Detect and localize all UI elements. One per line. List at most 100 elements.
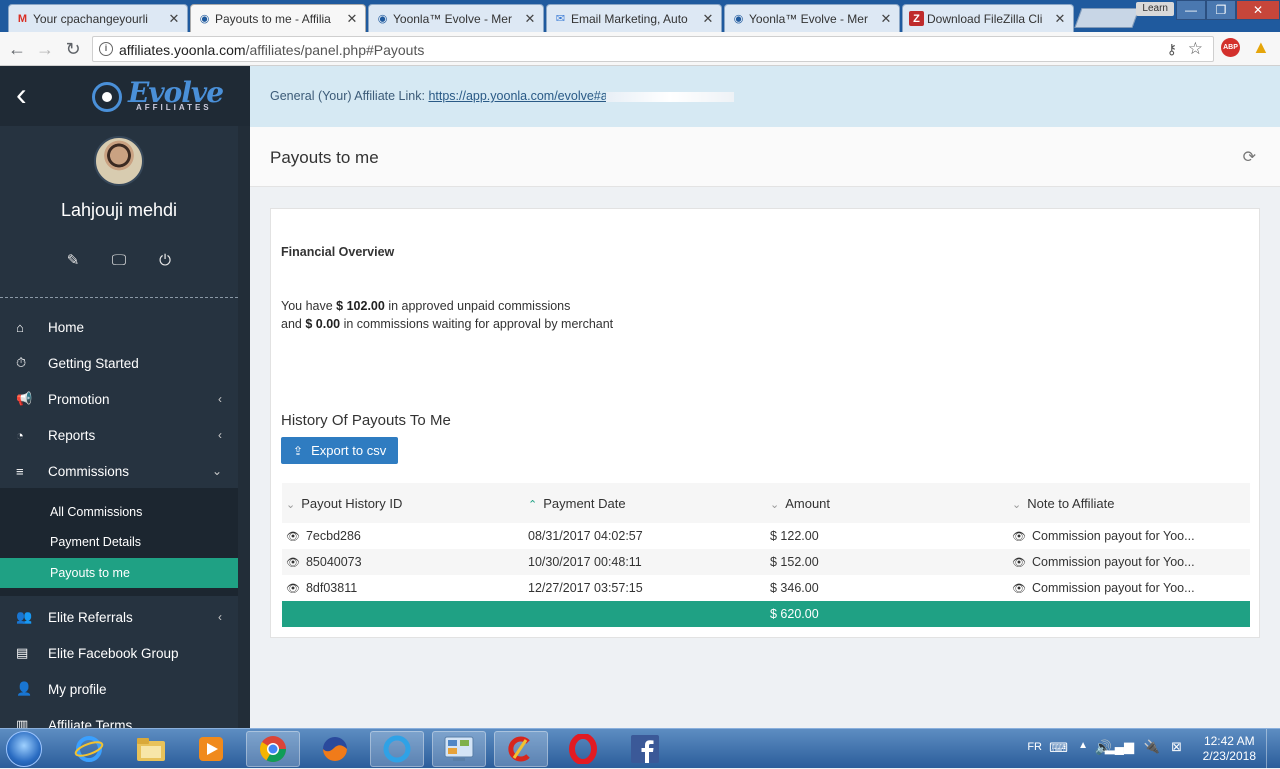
tab-close-icon[interactable]: ✕: [1053, 11, 1067, 27]
adblock-icon[interactable]: ABP: [1221, 38, 1240, 57]
column-header-amount[interactable]: ⌄ Amount: [766, 483, 1008, 523]
power-plug-icon[interactable]: 🔌: [1144, 739, 1160, 755]
forward-arrow-icon[interactable]: →: [34, 38, 56, 60]
eye-icon[interactable]: 👁: [1012, 583, 1026, 595]
eye-icon[interactable]: 👁: [286, 531, 300, 543]
tab-close-icon[interactable]: ✕: [879, 11, 893, 27]
minimize-icon[interactable]: —: [1176, 0, 1206, 20]
affiliate-link[interactable]: https://app.yoonla.com/evolve#a: [428, 89, 607, 103]
eye-icon[interactable]: 👁: [286, 583, 300, 595]
language-indicator[interactable]: FR: [1027, 741, 1042, 753]
payouts-card: Financial Overview You have $ 102.00 in …: [270, 208, 1260, 638]
learn-button[interactable]: Learn: [1136, 2, 1174, 16]
tab-close-icon[interactable]: ✕: [167, 11, 181, 27]
sidebar-item-promotion[interactable]: 📢 Promotion ‹: [0, 381, 238, 417]
sidebar-item-elite-facebook-group[interactable]: ▤ Elite Facebook Group: [0, 635, 238, 671]
show-desktop-button[interactable]: [1266, 729, 1280, 769]
tab-yoonla-2[interactable]: ◉ Yoonla™ Evolve - Mer ✕: [724, 4, 900, 32]
media-player-icon[interactable]: [184, 731, 238, 767]
tab-close-icon[interactable]: ✕: [345, 11, 359, 27]
start-button[interactable]: [6, 731, 42, 767]
filezilla-icon: Z: [909, 11, 924, 26]
evolve-favicon: ◉: [733, 13, 744, 25]
internet-explorer-icon[interactable]: [62, 731, 116, 767]
tray-expand-icon[interactable]: ▲: [1078, 740, 1088, 751]
affiliate-link-bar: General (Your) Affiliate Link: https://a…: [250, 66, 1280, 127]
signal-icon[interactable]: ▂▄▆: [1105, 739, 1134, 755]
tab-email-marketing[interactable]: ✉ Email Marketing, Auto ✕: [546, 4, 722, 32]
sort-down-icon: ⌄: [1012, 498, 1022, 511]
envelope-icon: ✉: [555, 13, 566, 25]
payment-date-cell: 10/30/2017 00:48:11: [524, 549, 766, 575]
financial-overview-title: Financial Overview: [281, 245, 395, 259]
note-cell: 👁 Commission payout for Yoo...: [1012, 581, 1195, 595]
keyboard-icon[interactable]: ⌨: [1049, 740, 1068, 756]
user-icon: 👤: [16, 681, 33, 696]
url-input[interactable]: i affiliates.yoonla.com/affiliates/panel…: [92, 36, 1214, 62]
bookmark-star-icon[interactable]: ☆: [1188, 39, 1203, 59]
maximize-icon[interactable]: ❐: [1206, 0, 1236, 20]
table-row[interactable]: 👁 7ecbd286 08/31/2017 04:02:57 $ 122.00 👁…: [282, 523, 1250, 549]
upload-icon: ⇪: [293, 443, 304, 458]
tab-yoonla-1[interactable]: ◉ Yoonla™ Evolve - Mer ✕: [368, 4, 544, 32]
eye-icon[interactable]: 👁: [1012, 531, 1026, 543]
sidebar-item-commissions[interactable]: ≡ Commissions ⌄: [0, 453, 238, 489]
sort-down-icon: ⌄: [286, 498, 296, 511]
monitor-icon[interactable]: 🖵: [110, 251, 128, 269]
new-tab-button[interactable]: [1074, 8, 1140, 28]
sidebar-item-affiliate-terms[interactable]: ▥ Affiliate Terms: [0, 707, 238, 728]
column-header-date[interactable]: ⌃ Payment Date: [524, 483, 766, 523]
chrome-icon[interactable]: [246, 731, 300, 767]
tab-gmail[interactable]: M Your cpachangeyourli ✕: [8, 4, 188, 32]
key-icon[interactable]: ⚷: [1167, 41, 1177, 58]
window-close-icon[interactable]: ✕: [1236, 0, 1280, 20]
system-clock[interactable]: 12:42 AM 2/23/2018: [1203, 734, 1256, 764]
pencil-icon[interactable]: ✎: [64, 251, 82, 269]
collapse-arrow-icon[interactable]: ‹: [16, 78, 27, 110]
power-icon[interactable]: ⏻: [156, 251, 174, 269]
table-row[interactable]: 👁 8df03811 12/27/2017 03:57:15 $ 346.00 👁…: [282, 575, 1250, 601]
tab-title: Download FileZilla Cli: [927, 11, 1043, 26]
window-controls: — ❐ ✕: [1176, 0, 1280, 20]
note-cell: 👁 Commission payout for Yoo...: [1012, 529, 1195, 543]
opera-icon[interactable]: [556, 731, 610, 767]
sidebar-item-all-commissions[interactable]: All Commissions: [0, 497, 238, 527]
tab-close-icon[interactable]: ✕: [701, 11, 715, 27]
reload-icon[interactable]: ↻: [62, 38, 84, 60]
sidebar-item-label: My profile: [48, 681, 107, 697]
warning-icon[interactable]: ▲: [1252, 37, 1270, 58]
facebook-icon[interactable]: [618, 731, 672, 767]
evolve-favicon: ◉: [199, 13, 210, 25]
tab-payouts[interactable]: ◉ Payouts to me - Affilia ✕: [190, 4, 366, 32]
control-panel-icon[interactable]: [432, 731, 486, 767]
tab-close-icon[interactable]: ✕: [523, 11, 537, 27]
ccleaner-icon[interactable]: [494, 731, 548, 767]
table-row[interactable]: 👁 85040073 10/30/2017 00:48:11 $ 152.00 👁…: [282, 549, 1250, 575]
refresh-icon[interactable]: ⟳: [1243, 147, 1256, 167]
export-csv-button[interactable]: ⇪ Export to csv: [281, 437, 398, 464]
sidebar-item-elite-referrals[interactable]: 👥 Elite Referrals ‹: [0, 599, 238, 635]
eye-icon[interactable]: 👁: [286, 557, 300, 569]
sidebar-scrollbar[interactable]: [238, 126, 250, 728]
sidebar-item-label: Promotion: [48, 391, 110, 407]
sidebar-item-payment-details[interactable]: Payment Details: [0, 527, 238, 557]
network-warning-icon[interactable]: ⊠: [1171, 739, 1182, 755]
sidebar-item-getting-started[interactable]: ⏱ Getting Started: [0, 345, 238, 381]
column-header-id[interactable]: ⌄ Payout History ID: [282, 483, 524, 523]
sidebar-item-reports[interactable]: ◔ Reports ‹: [0, 417, 238, 453]
chevron-left-icon: ‹: [218, 392, 222, 406]
column-header-note[interactable]: ⌄ Note to Affiliate: [1008, 483, 1250, 523]
back-arrow-icon[interactable]: ←: [6, 38, 28, 60]
sidebar-item-payouts-to-me[interactable]: Payouts to me: [0, 558, 238, 588]
file-explorer-icon[interactable]: [124, 731, 178, 767]
edge-icon[interactable]: [370, 731, 424, 767]
affiliate-link-label: General (Your) Affiliate Link:: [270, 89, 425, 103]
info-icon[interactable]: i: [99, 42, 113, 56]
sidebar-item-home[interactable]: ⌂ Home: [0, 309, 238, 345]
tab-filezilla[interactable]: Z Download FileZilla Cli ✕: [902, 4, 1074, 32]
avatar[interactable]: [94, 136, 144, 186]
firefox-icon[interactable]: [308, 731, 362, 767]
clock-date: 2/23/2018: [1202, 749, 1256, 763]
sidebar-item-my-profile[interactable]: 👤 My profile: [0, 671, 238, 707]
eye-icon[interactable]: 👁: [1012, 557, 1026, 569]
